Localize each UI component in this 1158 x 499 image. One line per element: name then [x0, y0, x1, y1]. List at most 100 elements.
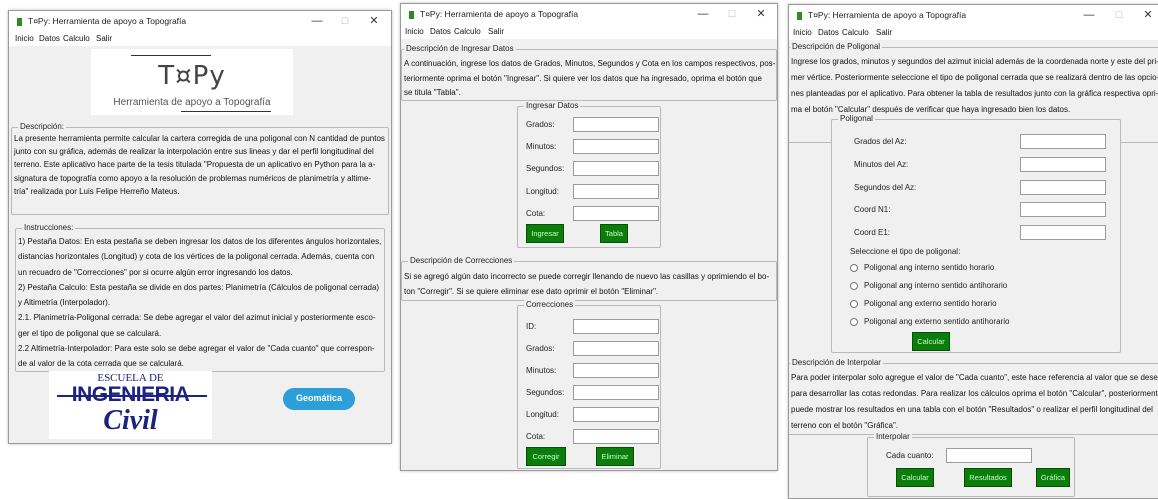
menu-calculo[interactable]: Calculo [63, 34, 90, 43]
titlebar[interactable]: T¤Py: Herramienta de apoyo a Topografía … [789, 5, 1158, 27]
segundos-az-input[interactable] [1020, 180, 1106, 195]
minimize-button[interactable]: — [1081, 7, 1097, 23]
maximize-button[interactable]: ☐ [724, 6, 740, 22]
maximize-button[interactable]: ☐ [337, 13, 353, 29]
corregir-button[interactable]: Corregir [526, 447, 566, 466]
titlebar[interactable]: T¤Py: Herramienta de apoyo a Topografía … [9, 11, 391, 33]
segundos-az-label: Segundos del Az: [854, 183, 917, 192]
longitud-input[interactable] [573, 184, 659, 199]
poligonal-desc-text: Ingrese los grados, minutos y segundos d… [791, 57, 1158, 114]
radio-externo-antihorario-label[interactable]: Poligonal ang externo sentido antihorari… [864, 317, 1009, 326]
eliminar-button[interactable]: Eliminar [596, 447, 634, 466]
app-icon [797, 12, 802, 20]
resultados-button[interactable]: Resultados [964, 468, 1012, 487]
minimize-button[interactable]: — [309, 13, 325, 29]
menu-calculo[interactable]: Calculo [842, 28, 869, 37]
instrucciones-title: Instrucciones: [22, 223, 76, 232]
radio-interno-antihorario[interactable] [850, 282, 858, 290]
logo-top-arrow [131, 55, 211, 56]
cota-input[interactable] [573, 429, 659, 444]
escuela-ingenieria-civil-logo: ESCUELA DE INGENIERIA Civil [49, 371, 212, 439]
longitud-label: Longitud: [526, 187, 559, 196]
coord-n1-input[interactable] [1020, 202, 1106, 217]
menu-inicio[interactable]: Inicio [15, 34, 34, 43]
close-button[interactable]: ✕ [753, 6, 769, 22]
ingresar-button[interactable]: Ingresar [526, 224, 564, 243]
window-title: T¤Py: Herramienta de apoyo a Topografía [808, 10, 967, 20]
window-title: T¤Py: Herramienta de apoyo a Topografía [28, 16, 187, 26]
coord-e1-label: Coord E1: [854, 228, 891, 237]
poligonal-desc-title: Descripción de Poligonal [790, 42, 883, 51]
descripcion-title: Descripción: [18, 122, 67, 131]
minutos-az-input[interactable] [1020, 157, 1106, 172]
maximize-button[interactable]: ☐ [1111, 7, 1127, 23]
segundos-input[interactable] [573, 385, 659, 400]
minutos-input[interactable] [573, 363, 659, 378]
menubar: Inicio Datos Calculo Salir [789, 27, 1158, 40]
ingresar-datos-frame: Ingresar Datos Grados: Minutos: Segundos… [517, 101, 661, 248]
close-button[interactable]: ✕ [1140, 7, 1156, 23]
id-input[interactable] [573, 319, 659, 334]
menu-salir[interactable]: Salir [96, 34, 112, 43]
cota-label: Cota: [526, 209, 546, 218]
tabla-button[interactable]: Tabla [600, 224, 628, 243]
menu-salir[interactable]: Salir [488, 27, 504, 36]
minutos-input[interactable] [573, 139, 659, 154]
radio-interno-horario[interactable] [850, 264, 858, 272]
menu-datos[interactable]: Datos [818, 28, 839, 37]
correcciones-title: Correcciones [524, 300, 576, 309]
menu-calculo[interactable]: Calculo [454, 27, 481, 36]
titlebar[interactable]: T¤Py: Herramienta de apoyo a Topografía … [401, 4, 777, 26]
cota-input[interactable] [573, 206, 659, 221]
grados-input[interactable] [573, 341, 659, 356]
menubar: Inicio Datos Calculo Salir [401, 26, 777, 39]
segundos-label: Segundos: [526, 164, 565, 173]
menu-datos[interactable]: Datos [430, 27, 451, 36]
grados-label: Grados: [526, 344, 555, 353]
logo-bottom-arrow [181, 111, 271, 112]
interpolar-desc-text: Para poder interpolar solo agregue el va… [791, 373, 1158, 430]
minimize-button[interactable]: — [695, 6, 711, 22]
calcular-interpolar-button[interactable]: Calcular [896, 468, 934, 487]
longitud-input[interactable] [573, 407, 659, 422]
coord-n1-label: Coord N1: [854, 205, 891, 214]
radio-interno-horario-label[interactable]: Poligonal ang interno sentido horario [864, 263, 994, 272]
app-icon [409, 11, 414, 19]
minutos-az-label: Minutos del Az: [854, 160, 909, 169]
window-title: T¤Py: Herramienta de apoyo a Topografía [420, 9, 579, 19]
grafica-button[interactable]: Gráfica [1036, 468, 1070, 487]
poligonal-frame: Poligonal Grados del Az: Minutos del Az:… [831, 114, 1121, 353]
descripcion-text: La presente herramienta permite calcular… [14, 134, 385, 196]
segundos-input[interactable] [573, 161, 659, 176]
cada-cuanto-input[interactable] [946, 448, 1032, 463]
correcciones-desc-title: Descripción de Correcciones [408, 256, 515, 265]
tipo-poligonal-label: Seleccione el tipo de poligonal: [850, 247, 961, 256]
app-icon [17, 18, 22, 26]
grados-input[interactable] [573, 117, 659, 132]
interpolar-desc-frame: Descripción de Interpolar Para poder int… [789, 358, 1158, 435]
close-button[interactable]: ✕ [366, 13, 382, 29]
grados-az-label: Grados del Az: [854, 137, 907, 146]
menu-inicio[interactable]: Inicio [793, 28, 812, 37]
radio-externo-horario[interactable] [850, 300, 858, 308]
ingresar-datos-title: Ingresar Datos [524, 101, 581, 110]
menu-inicio[interactable]: Inicio [405, 27, 424, 36]
segundos-label: Segundos: [526, 388, 565, 397]
grados-az-input[interactable] [1020, 134, 1106, 149]
logo-title: T¤Py [158, 61, 226, 91]
radio-externo-horario-label[interactable]: Poligonal ang externo sentido horario [864, 299, 997, 308]
geomatica-logo: Geomática [283, 388, 355, 410]
radio-externo-antihorario[interactable] [850, 318, 858, 326]
menu-salir[interactable]: Salir [876, 28, 892, 37]
descripcion-frame: Descripción: La presente herramienta per… [11, 122, 389, 215]
calcular-poligonal-button[interactable]: Calcular [912, 332, 950, 351]
menu-datos[interactable]: Datos [39, 34, 60, 43]
radio-interno-antihorario-label[interactable]: Poligonal ang interno sentido antihorari… [864, 281, 1007, 290]
interpolar-desc-title: Descripción de Interpolar [790, 358, 883, 367]
window-datos: T¤Py: Herramienta de apoyo a Topografía … [400, 3, 778, 471]
interpolar-title: Interpolar [874, 432, 912, 441]
coord-e1-input[interactable] [1020, 225, 1106, 240]
tpy-logo: T¤Py Herramienta de apoyo a Topografía [91, 49, 293, 115]
correcciones-frame: Correcciones ID: Grados: Minutos: Segund… [517, 300, 661, 469]
minutos-label: Minutos: [526, 366, 557, 375]
